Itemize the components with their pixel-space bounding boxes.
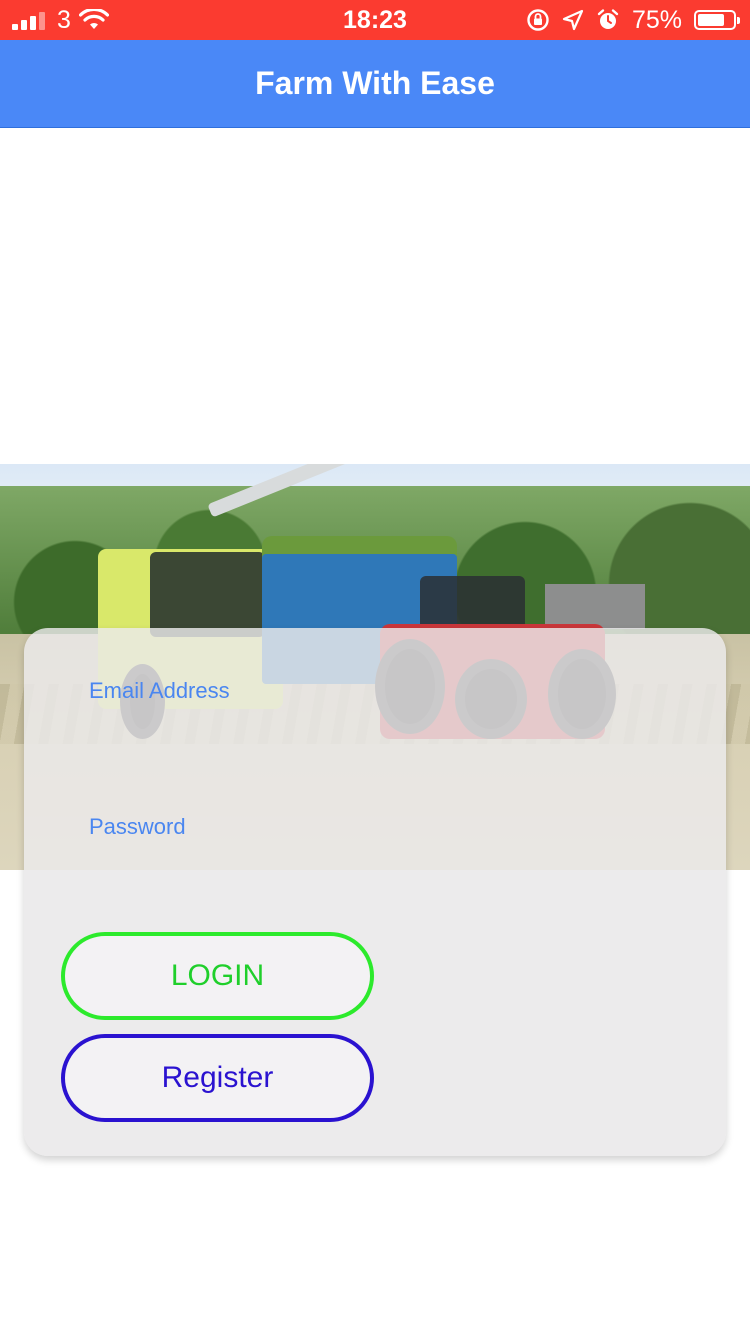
orientation-lock-icon: [527, 9, 549, 31]
email-field[interactable]: Email Address: [89, 678, 230, 704]
alarm-icon: [597, 9, 619, 29]
login-button[interactable]: LOGIN: [61, 932, 374, 1020]
barn: [545, 584, 645, 629]
status-right: 75%: [526, 0, 740, 40]
harvester-cab: [150, 552, 265, 637]
battery-fill: [698, 14, 724, 26]
battery-icon: [694, 10, 740, 30]
location-icon: [562, 9, 584, 31]
nav-bar: Farm With Ease: [0, 40, 750, 128]
register-button[interactable]: Register: [61, 1034, 374, 1122]
page-title: Farm With Ease: [255, 65, 495, 101]
status-bar: 3 18:23 75%: [0, 0, 750, 40]
login-card: Email Address Password LOGIN Register: [24, 628, 726, 1156]
password-field[interactable]: Password: [89, 814, 186, 840]
battery-percent: 75%: [631, 5, 682, 34]
